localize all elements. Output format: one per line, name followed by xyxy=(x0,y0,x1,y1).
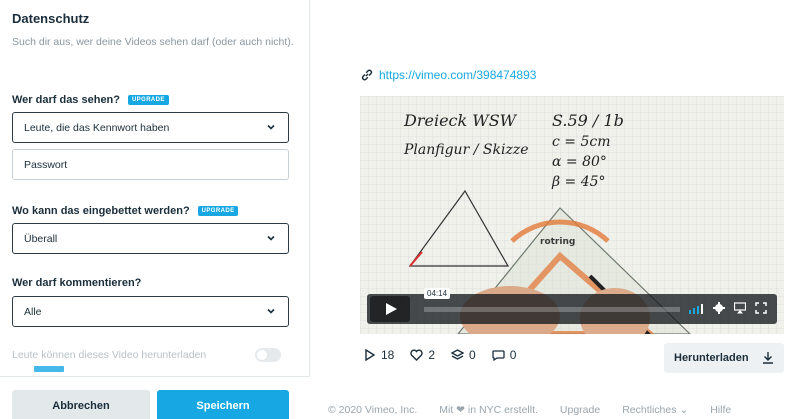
whiteboard-text: c = 5cm xyxy=(552,134,611,150)
video-timeline[interactable] xyxy=(424,307,680,312)
footer-upgrade-link[interactable]: Upgrade xyxy=(560,404,600,416)
download-permission-label: Leute können dieses Video herunterladen xyxy=(12,349,207,361)
comments-privacy-select[interactable]: Alle xyxy=(12,296,289,327)
chevron-down-icon xyxy=(267,235,275,241)
download-toggle[interactable] xyxy=(255,348,281,362)
chevron-down-icon xyxy=(267,124,275,130)
collections-stat[interactable]: 0 xyxy=(451,348,476,362)
upgrade-badge[interactable]: UPGRADE xyxy=(128,95,169,105)
video-controls: 04:14 xyxy=(367,288,777,324)
privacy-panel: Datenschutz Such dir aus, wer deine Vide… xyxy=(0,0,310,419)
ruler-brand-text: rotring xyxy=(540,237,575,247)
link-icon xyxy=(361,69,373,81)
copyright-text: © 2020 Vimeo, Inc. xyxy=(328,404,418,416)
upgrade-badge[interactable]: UPGRADE xyxy=(197,206,239,216)
embed-privacy-select[interactable]: Überall xyxy=(12,223,289,254)
chevron-down-icon xyxy=(267,308,275,314)
comments-privacy-label: Wer darf kommentieren? xyxy=(12,277,142,289)
comments-stat[interactable]: 0 xyxy=(492,348,516,362)
whiteboard-text: Dreieck WSW xyxy=(403,111,518,130)
save-button[interactable]: Speichern xyxy=(157,390,289,419)
fullscreen-icon[interactable] xyxy=(755,302,767,314)
panel-description: Such dir aus, wer deine Videos sehen dar… xyxy=(12,36,294,48)
cancel-button[interactable]: Abbrechen xyxy=(12,390,150,419)
layers-icon xyxy=(451,349,465,360)
whiteboard-text: β = 45° xyxy=(551,174,606,190)
heart-icon xyxy=(410,349,424,361)
view-privacy-select[interactable]: Leute, die das Kennwort haben xyxy=(12,112,289,143)
footer-legal-link[interactable]: Rechtliches ⌄ xyxy=(622,404,688,416)
control-icons xyxy=(688,302,767,314)
time-tooltip: 04:14 xyxy=(424,288,451,299)
airplay-icon[interactable] xyxy=(734,302,746,314)
play-button[interactable] xyxy=(370,296,410,322)
play-count-icon xyxy=(365,349,376,361)
video-stats: 18 2 0 0 xyxy=(364,348,516,362)
video-player[interactable]: Dreieck WSW S.59 / 1b Planfigur / Skizze… xyxy=(360,96,784,334)
comment-icon xyxy=(492,350,505,361)
download-button[interactable]: Herunterladen xyxy=(664,343,784,373)
plays-stat: 18 xyxy=(364,348,394,362)
whiteboard-text: S.59 / 1b xyxy=(552,111,624,130)
password-field[interactable]: Passwort xyxy=(12,149,289,180)
site-footer: © 2020 Vimeo, Inc. Mit ❤ in NYC erstellt… xyxy=(328,404,731,416)
footer-help-link[interactable]: Hilfe xyxy=(710,404,731,416)
download-icon xyxy=(763,352,773,364)
embed-privacy-label: Wo kann das eingebettet werden? UPGRADE xyxy=(12,205,239,217)
view-privacy-label: Wer darf das sehen? UPGRADE xyxy=(12,94,169,106)
volume-icon[interactable] xyxy=(688,302,704,314)
gear-icon[interactable] xyxy=(713,302,725,314)
video-url[interactable]: https://vimeo.com/398474893 xyxy=(379,68,536,82)
panel-title: Datenschutz xyxy=(12,11,90,26)
video-link[interactable]: https://vimeo.com/398474893 xyxy=(360,68,536,82)
upgrade-badge-partial xyxy=(34,366,64,372)
panel-footer: Abbrechen Speichern xyxy=(0,376,310,419)
made-in-text: Mit ❤ in NYC erstellt. xyxy=(439,404,538,416)
likes-stat[interactable]: 2 xyxy=(410,348,435,362)
whiteboard-text: Planfigur / Skizze xyxy=(403,142,528,158)
whiteboard-text: α = 80° xyxy=(552,154,607,170)
